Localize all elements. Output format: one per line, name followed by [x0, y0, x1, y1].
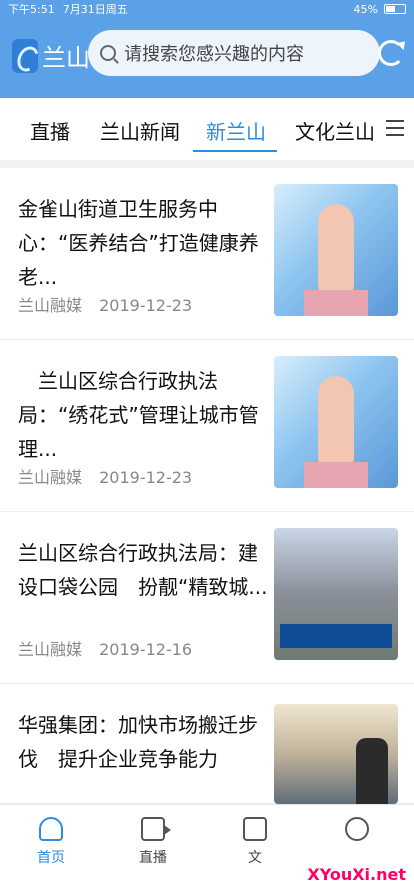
logo-icon	[12, 38, 38, 73]
header: 兰山 请搜索您感兴趣的内容	[0, 18, 414, 98]
app-logo[interactable]: 兰山	[12, 38, 90, 73]
news-date: 2019-12-23	[99, 296, 193, 315]
tab-culture-lanshan[interactable]: 文化兰山	[295, 116, 375, 145]
section-divider	[0, 160, 414, 168]
search-bar[interactable]: 请搜索您感兴趣的内容	[88, 30, 380, 76]
menu-icon[interactable]	[386, 120, 404, 138]
nav-home[interactable]: 首页	[16, 817, 86, 867]
news-item[interactable]: 兰山区综合行政执法局：“绣花式”管理让城市管理... 兰山融媒 2019-12-…	[0, 340, 414, 512]
tab-lanshan-news[interactable]: 兰山新闻	[100, 116, 180, 145]
news-meta: 兰山融媒 2019-12-23	[18, 292, 192, 316]
refresh-icon[interactable]	[378, 40, 404, 66]
bottom-nav: 首页 直播 文 XYouXi.net	[0, 804, 414, 896]
home-icon	[39, 817, 63, 841]
news-item[interactable]: 金雀山街道卫生服务中心：“医养结合”打造健康养老... 兰山融媒 2019-12…	[0, 168, 414, 340]
battery-percent: 45%	[353, 2, 378, 16]
news-source: 兰山融媒	[18, 640, 83, 659]
news-title: 兰山区综合行政执法局：建设口袋公园 扮靓“精致城...	[18, 541, 268, 599]
app-name: 兰山	[42, 44, 90, 72]
nav-home-label: 首页	[37, 850, 65, 866]
news-item[interactable]: 华强集团：加快市场搬迁步伐 提升企业竞争能力	[0, 684, 414, 804]
nav-culture-label: 文	[248, 850, 262, 866]
news-meta: 兰山融媒 2019-12-16	[18, 636, 192, 660]
nav-culture[interactable]: 文	[220, 817, 290, 867]
book-icon	[243, 817, 267, 841]
nav-live-label: 直播	[139, 850, 167, 866]
news-source: 兰山融媒	[18, 468, 83, 487]
news-date: 2019-12-16	[99, 640, 193, 659]
tab-live[interactable]: 直播	[30, 116, 70, 145]
news-thumbnail	[274, 704, 398, 804]
status-time: 下午5:51	[8, 3, 55, 16]
news-thumbnail	[274, 528, 398, 660]
news-thumbnail	[274, 184, 398, 316]
news-title: 兰山区综合行政执法局：“绣花式”管理让城市管理...	[18, 369, 259, 461]
category-tabs: 直播 兰山新闻 新兰山 文化兰山	[0, 98, 414, 160]
status-bar: 下午5:51 7月31日周五 45%	[0, 0, 414, 18]
news-item[interactable]: 兰山区综合行政执法局：建设口袋公园 扮靓“精致城... 兰山融媒 2019-12…	[0, 512, 414, 684]
search-icon	[100, 45, 116, 61]
news-source: 兰山融媒	[18, 296, 83, 315]
search-placeholder: 请搜索您感兴趣的内容	[124, 44, 304, 65]
news-title: 金雀山街道卫生服务中心：“医养结合”打造健康养老...	[18, 197, 259, 289]
status-date: 7月31日周五	[62, 3, 128, 16]
nav-profile[interactable]	[322, 817, 392, 847]
tab-new-lanshan[interactable]: 新兰山	[206, 116, 266, 145]
news-meta: 兰山融媒 2019-12-23	[18, 464, 192, 488]
active-tab-underline	[193, 150, 277, 152]
watermark: XYouXi.net	[307, 865, 406, 884]
video-icon	[141, 817, 171, 841]
news-thumbnail	[274, 356, 398, 488]
news-date: 2019-12-23	[99, 468, 193, 487]
user-icon	[345, 817, 369, 841]
battery-icon	[384, 4, 406, 14]
news-title: 华强集团：加快市场搬迁步伐 提升企业竞争能力	[18, 713, 258, 771]
nav-live[interactable]: 直播	[118, 817, 188, 867]
